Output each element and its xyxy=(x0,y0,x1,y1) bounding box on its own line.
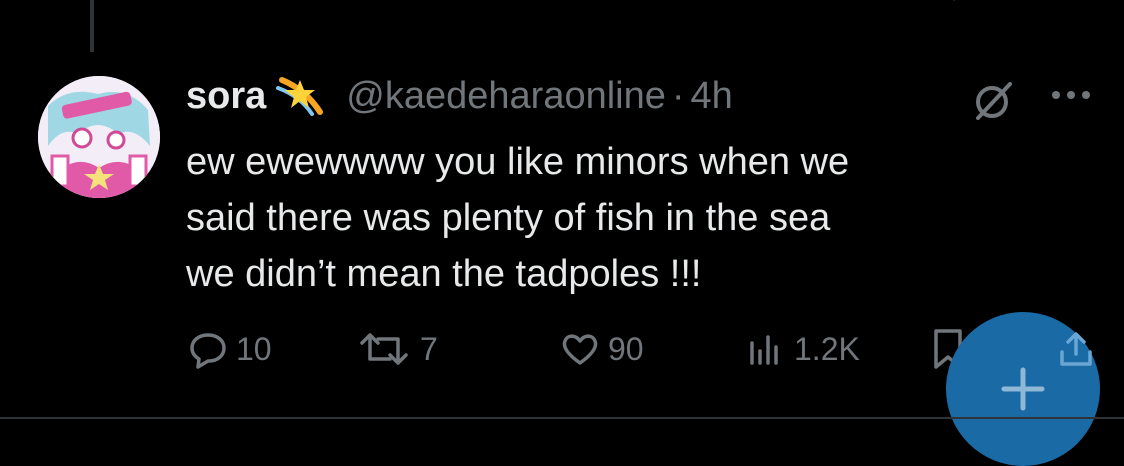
grok-icon[interactable] xyxy=(970,76,1020,126)
reply-icon xyxy=(190,333,226,369)
views-button[interactable]: 1.2K xyxy=(746,324,860,374)
thread-connector-line xyxy=(90,0,94,52)
shooting-star-emoji-icon xyxy=(276,77,324,116)
avatar-image xyxy=(38,76,160,198)
share-icon[interactable] xyxy=(1056,330,1096,370)
tweet-text-line: said there was plenty of fish in the sea xyxy=(186,197,831,239)
avatar[interactable] xyxy=(38,76,160,198)
tweet-text-line: we didn’t mean the tadpoles !!! xyxy=(186,253,702,295)
view-count: 1.2K xyxy=(794,330,860,367)
reply-button[interactable]: 10 xyxy=(188,324,272,374)
like-count: 90 xyxy=(608,330,644,367)
tweet-text-line: ew ewewwww you like minors when we xyxy=(186,141,850,183)
like-button[interactable]: 90 xyxy=(560,324,644,374)
heart-icon xyxy=(562,334,598,365)
repost-count: 7 xyxy=(420,330,438,367)
chevron-icon xyxy=(953,0,955,1)
analytics-icon xyxy=(750,335,778,365)
tweet-text: ew ewewwww you like minors when we said … xyxy=(186,134,1086,302)
tweet-header: sora @kaedeharaonline · 4h xyxy=(186,72,733,120)
more-options-icon[interactable] xyxy=(1046,80,1096,110)
user-handle[interactable]: @kaedeharaonline xyxy=(346,75,666,118)
repost-icon xyxy=(360,333,408,365)
reply-count: 10 xyxy=(236,330,272,367)
repost-button[interactable]: 7 xyxy=(356,324,438,374)
separator-dot: · xyxy=(671,74,685,117)
display-name[interactable]: sora xyxy=(186,75,266,118)
plus-icon xyxy=(1001,367,1045,411)
timestamp[interactable]: 4h xyxy=(691,75,733,118)
